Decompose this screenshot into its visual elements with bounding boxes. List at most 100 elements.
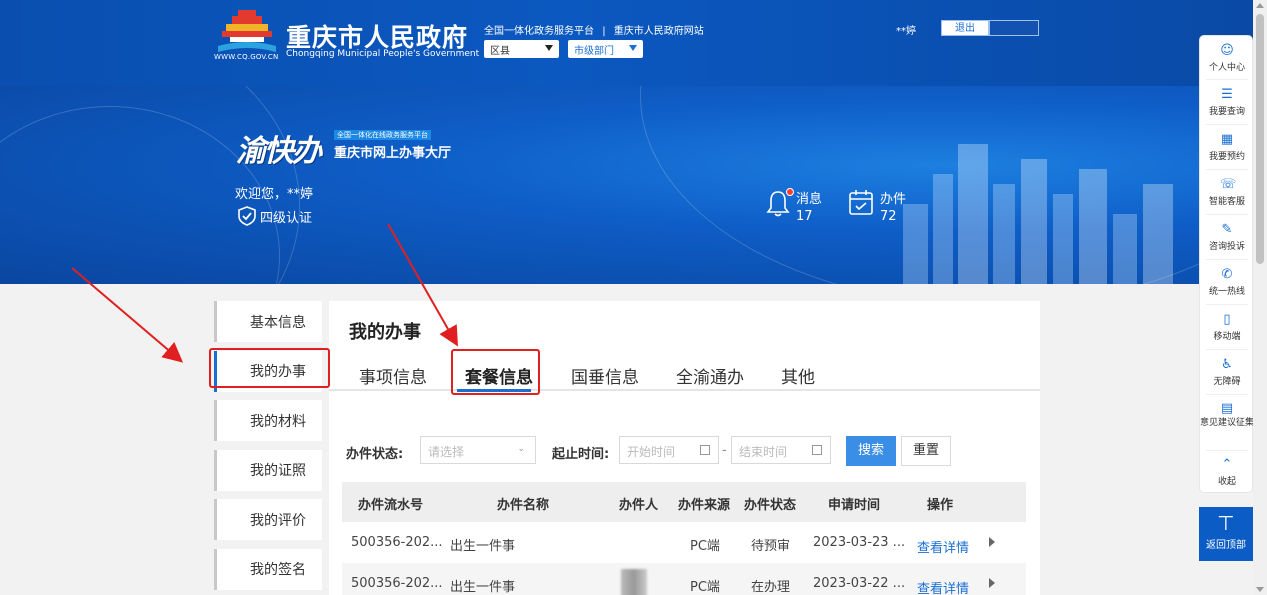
scroll-down-arrow-icon[interactable] <box>1256 587 1264 592</box>
messages-stat[interactable]: 消息 17 <box>766 188 822 224</box>
logout-button[interactable]: 退出 <box>941 20 989 36</box>
menu-item-my-licenses[interactable]: 我的证照 <box>214 449 322 491</box>
back-to-top-button[interactable]: ⊤ 返回顶部 <box>1199 507 1253 561</box>
district-select[interactable]: 区县 <box>484 40 559 58</box>
nav-personal-center[interactable]: ☺ 个人中心 <box>1200 44 1254 74</box>
scroll-up-arrow-icon[interactable] <box>1256 3 1264 8</box>
hero-banner: 渝快办 全国一体化在线政务服务平台 重庆市网上办事大厅 欢迎您，**婷 四级认证… <box>0 86 1253 284</box>
link-separator: | <box>602 26 606 37</box>
date-range-label: 起止时间: <box>552 447 610 462</box>
column-header: 操作 <box>927 498 954 513</box>
accessibility-icon: ♿ <box>1221 357 1233 372</box>
header-extra-button[interactable] <box>989 20 1039 36</box>
nav-feedback[interactable]: ▤ 意见建议征集 <box>1200 402 1254 429</box>
nav-query[interactable]: ☰ 我要查询 <box>1200 87 1254 118</box>
left-menu: 基本信息 我的办事 我的材料 我的证照 我的评价 我的签名 <box>214 301 322 595</box>
search-button[interactable]: 搜索 <box>846 436 896 466</box>
nav-accessibility[interactable]: ♿ 无障碍 <box>1200 357 1254 388</box>
cases-count: 72 <box>880 209 897 224</box>
menu-item-my-materials[interactable]: 我的材料 <box>214 400 322 441</box>
calendar-check-icon <box>849 190 873 215</box>
column-header: 办件来源 <box>678 498 731 513</box>
nav-label: 个人中心 <box>1208 63 1245 73</box>
reset-button[interactable]: 重置 <box>901 436 951 466</box>
phone-icon: ✆ <box>1221 267 1233 282</box>
nav-smart-service[interactable]: ☏ 智能客服 <box>1200 177 1254 208</box>
nav-appointment[interactable]: ▦ 我要预约 <box>1200 133 1254 163</box>
cases-stat[interactable]: 办件 72 <box>848 188 906 224</box>
nav-mobile[interactable]: ▯ 移动端 <box>1200 313 1254 343</box>
nav-label: 智能客服 <box>1208 197 1245 207</box>
department-select[interactable]: 市级部门 <box>568 40 643 58</box>
view-details-link[interactable]: 查看详情 <box>917 537 969 556</box>
district-select-value: 区县 <box>490 46 510 57</box>
caret-right-icon[interactable] <box>989 578 995 588</box>
end-date-input[interactable]: 结束时间 <box>731 436 831 464</box>
portal-link[interactable]: 重庆市人民政府网站 <box>614 26 704 37</box>
divider <box>1206 214 1248 215</box>
menu-item-my-signature[interactable]: 我的签名 <box>214 548 322 590</box>
table-row: 500356-202... 出生一件事 PC端 待预审 2023-03-23 .… <box>342 522 1026 563</box>
annotation-box-package-tab <box>451 349 540 395</box>
divider <box>1206 169 1248 170</box>
nav-consult-complaint[interactable]: ✎ 咨询投诉 <box>1200 222 1254 253</box>
tab-item-info[interactable]: 事项信息 <box>359 363 427 388</box>
divider <box>1206 349 1248 350</box>
edit-icon: ✎ <box>1221 222 1233 237</box>
floating-sidebar: ☺ 个人中心 ☰ 我要查询 ▦ 我要预约 ☏ 智能客服 ✎ 咨询投诉 ✆ 统一热… <box>1199 35 1254 493</box>
divider <box>1206 304 1248 305</box>
annotation-box-my-affairs <box>209 348 330 388</box>
caret-right-icon[interactable] <box>989 537 995 547</box>
cell-name: 出生一件事 <box>450 539 516 554</box>
city-skyline-graphic <box>903 144 1173 284</box>
nav-collapse[interactable]: ⌃ 收起 <box>1200 457 1254 488</box>
start-date-placeholder: 开始时间 <box>627 445 676 459</box>
government-emblem-icon <box>218 10 276 52</box>
platform-link[interactable]: 全国一体化政务服务平台 <box>484 26 594 37</box>
status-select[interactable]: 请选择 ⌄ <box>420 436 536 464</box>
nav-label: 咨询投诉 <box>1208 242 1245 252</box>
view-details-link[interactable]: 查看详情 <box>917 578 969 595</box>
status-filter-label: 办件状态: <box>346 447 404 462</box>
nav-hotline[interactable]: ✆ 统一热线 <box>1200 267 1254 298</box>
calendar-icon <box>812 445 822 455</box>
start-date-input[interactable]: 开始时间 <box>619 436 719 464</box>
caret-down-icon <box>545 45 553 51</box>
nav-label: 收起 <box>1217 477 1236 487</box>
menu-item-basic-info[interactable]: 基本信息 <box>214 301 322 342</box>
status-select-placeholder: 请选择 <box>428 445 465 459</box>
brand-tagline: 全国一体化在线政务服务平台 <box>334 130 431 140</box>
nav-label: 我要查询 <box>1208 107 1245 117</box>
shield-check-icon <box>238 206 256 226</box>
divider <box>1206 79 1248 80</box>
column-header: 申请时间 <box>828 498 881 513</box>
welcome-text: 欢迎您，**婷 <box>235 187 314 202</box>
filter-bar: 办件状态: 请选择 ⌄ 起止时间: 开始时间 - 结束时间 搜索 重置 <box>346 436 1036 466</box>
tab-quanyu-tongban[interactable]: 全渝通办 <box>676 363 744 388</box>
chevron-up-icon: ⌃ <box>1221 457 1233 472</box>
caret-down-icon <box>629 45 637 51</box>
column-header: 办件流水号 <box>358 498 424 513</box>
yukuaiban-brand: 渝快办 全国一体化在线政务服务平台 重庆市网上办事大厅 <box>236 126 451 170</box>
cell-source: PC端 <box>690 580 720 595</box>
top-links: 全国一体化政务服务平台 | 重庆市人民政府网站 <box>484 22 704 37</box>
department-select-value: 市级部门 <box>574 46 614 57</box>
back-to-top-label: 返回顶部 <box>1206 540 1246 551</box>
tab-other[interactable]: 其他 <box>781 363 815 388</box>
nav-label: 无障碍 <box>1213 377 1241 387</box>
scrollbar-thumb[interactable] <box>1256 14 1264 264</box>
page-title: 我的办事 <box>349 322 421 343</box>
table-header: 办件流水号 办件名称 办件人 办件来源 办件状态 申请时间 操作 <box>342 482 1026 522</box>
search-list-icon: ☰ <box>1221 87 1233 102</box>
divider <box>1206 450 1248 451</box>
feedback-icon: ▤ <box>1220 401 1234 416</box>
brand-script-logo: 渝快办 <box>236 134 322 169</box>
headset-icon: ☏ <box>1220 177 1237 192</box>
page-scrollbar[interactable] <box>1253 0 1267 595</box>
nav-label: 意见建议征集 <box>1200 418 1255 428</box>
messages-label: 消息 <box>796 192 823 207</box>
certification-badge: 四级认证 <box>237 206 312 226</box>
tab-national-vertical[interactable]: 国垂信息 <box>571 363 639 388</box>
menu-item-my-reviews[interactable]: 我的评价 <box>214 499 322 540</box>
cell-serial: 500356-202... <box>351 576 443 591</box>
